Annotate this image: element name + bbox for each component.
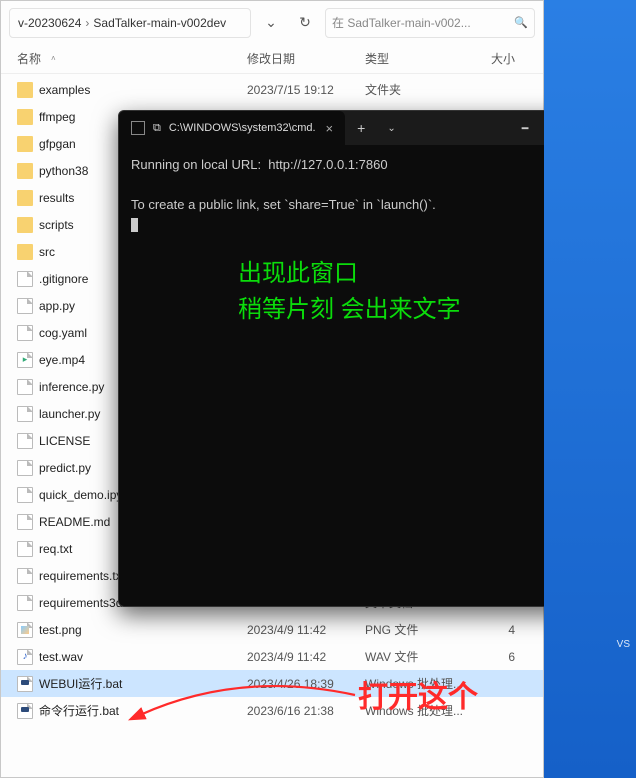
desktop-icon-label: VS [617, 639, 630, 650]
py-icon [17, 460, 33, 476]
file-name: req.txt [39, 542, 72, 556]
search-icon: 🔍 [514, 16, 528, 29]
file-name: README.md [39, 515, 110, 529]
file-type: Windows 批处理... [365, 702, 469, 719]
file-size: 4 [469, 623, 515, 637]
file-name: scripts [39, 218, 74, 232]
file-type: 文件夹 [365, 81, 469, 98]
file-name: LICENSE [39, 434, 90, 448]
file-name: inference.py [39, 380, 104, 394]
folder-icon [17, 217, 33, 233]
chevron-right-icon: › [85, 16, 89, 30]
file-name: test.png [39, 623, 82, 637]
column-headers: 名称 ˄ 修改日期 类型 大小 [1, 44, 543, 74]
file-icon [17, 541, 33, 557]
file-row[interactable]: 命令行运行.bat 2023/6/16 21:38Windows 批处理... [1, 697, 543, 724]
folder-icon [17, 163, 33, 179]
desktop-background: VS [544, 0, 636, 778]
file-name: results [39, 191, 74, 205]
sort-indicator-icon: ˄ [51, 54, 56, 63]
search-box[interactable]: 在 SadTalker-main-v002... 🔍 [325, 8, 535, 38]
address-bar[interactable]: v-20230624 › SadTalker-main-v002dev [9, 8, 251, 38]
file-name: predict.py [39, 461, 91, 475]
file-row[interactable]: WEBUI运行.bat 2023/4/26 18:39Windows 批处理... [1, 670, 543, 697]
terminal-tab[interactable]: ⧉ C:\WINDOWS\system32\cmd. × [119, 111, 345, 145]
file-icon [17, 325, 33, 341]
minimize-button[interactable]: ━ [503, 111, 547, 145]
file-icon [17, 514, 33, 530]
file-row[interactable]: test.png 2023/4/9 11:42PNG 文件4 [1, 616, 543, 643]
file-type: WAV 文件 [365, 648, 469, 665]
col-header-name[interactable]: 名称 ˄ [17, 50, 247, 67]
file-icon [17, 595, 33, 611]
tab-close-button[interactable]: × [324, 121, 336, 136]
file-type: PNG 文件 [365, 621, 469, 638]
breadcrumb-seg[interactable]: SadTalker-main-v002dev [93, 16, 226, 30]
file-name: test.wav [39, 650, 83, 664]
file-date: 2023/4/9 11:42 [247, 623, 365, 637]
new-tab-button[interactable]: + [345, 120, 377, 136]
col-header-size[interactable]: 大小 [469, 50, 515, 67]
folder-icon [17, 82, 33, 98]
folder-icon [17, 136, 33, 152]
wav-icon [17, 649, 33, 665]
file-date: 2023/4/9 11:42 [247, 650, 365, 664]
file-name: requirements.txt [39, 569, 125, 583]
col-header-date[interactable]: 修改日期 [247, 50, 365, 67]
file-name: src [39, 245, 55, 259]
terminal-tab-title: C:\WINDOWS\system32\cmd. [169, 122, 316, 134]
file-icon [17, 487, 33, 503]
text-cursor [131, 218, 138, 232]
tab-dropdown-button[interactable]: ⌄ [377, 123, 405, 134]
file-row[interactable]: examples 2023/7/15 19:12文件夹 [1, 76, 543, 103]
file-name: WEBUI运行.bat [39, 675, 122, 692]
explorer-toolbar: v-20230624 › SadTalker-main-v002dev ⌄ ↻ … [1, 1, 543, 44]
file-name: ffmpeg [39, 110, 75, 124]
file-name: app.py [39, 299, 75, 313]
file-icon [17, 433, 33, 449]
file-name: cog.yaml [39, 326, 87, 340]
file-name: eye.mp4 [39, 353, 85, 367]
folder-icon [17, 109, 33, 125]
folder-icon [17, 244, 33, 260]
cmd-icon: ⧉ [153, 122, 161, 135]
py-icon [17, 379, 33, 395]
bat-icon [17, 676, 33, 692]
file-name: .gitignore [39, 272, 88, 286]
py-icon [17, 406, 33, 422]
file-row[interactable]: test.wav 2023/4/9 11:42WAV 文件6 [1, 643, 543, 670]
file-date: 2023/7/15 19:12 [247, 83, 365, 97]
png-icon [17, 622, 33, 638]
folder-icon [17, 190, 33, 206]
search-placeholder: 在 SadTalker-main-v002... [332, 14, 471, 31]
file-icon [17, 271, 33, 287]
file-date: 2023/6/16 21:38 [247, 704, 365, 718]
bat-icon [17, 703, 33, 719]
file-name: gfpgan [39, 137, 76, 151]
file-type: Windows 批处理... [365, 675, 469, 692]
dropdown-history-button[interactable]: ⌄ [257, 9, 285, 37]
file-icon [17, 568, 33, 584]
breadcrumb-seg[interactable]: v-20230624 [18, 16, 81, 30]
file-name: 命令行运行.bat [39, 702, 119, 719]
col-header-type[interactable]: 类型 [365, 50, 469, 67]
file-date: 2023/4/26 18:39 [247, 677, 365, 691]
file-name: examples [39, 83, 90, 97]
refresh-button[interactable]: ↻ [291, 9, 319, 37]
shield-icon [131, 121, 145, 135]
file-name: python38 [39, 164, 88, 178]
py-icon [17, 298, 33, 314]
file-name: launcher.py [39, 407, 100, 421]
mp4-icon [17, 352, 33, 368]
file-size: 6 [469, 650, 515, 664]
